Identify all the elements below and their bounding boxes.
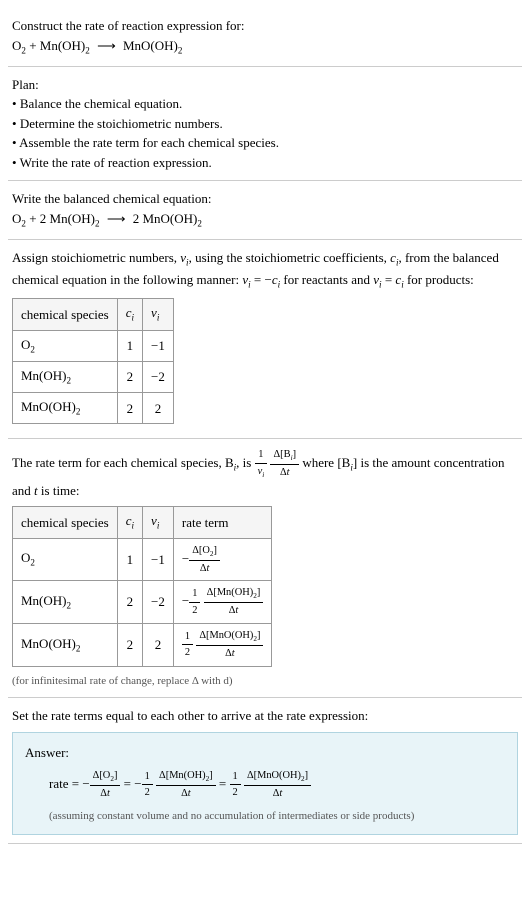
plan-item: Balance the chemical equation. [12, 94, 518, 114]
vi-cell: −2 [143, 361, 174, 392]
col-species: chemical species [13, 299, 118, 330]
table-row: Mn(OH)2 2 −2 −12 Δ[Mn(OH)2]Δt [13, 581, 272, 624]
table-row: O2 1 −1 −Δ[O2]Δt [13, 538, 272, 581]
col-species: chemical species [13, 507, 118, 538]
stoich-table: chemical species ci νi O2 1 −1 Mn(OH)2 2… [12, 298, 174, 424]
construct-title: Construct the rate of reaction expressio… [12, 16, 518, 36]
ci-cell: 2 [117, 361, 142, 392]
section-balanced: Write the balanced chemical equation: O2… [8, 181, 522, 240]
section-rateterm: The rate term for each chemical species,… [8, 439, 522, 698]
ci-cell: 1 [117, 538, 142, 581]
answer-rate-expression: rate = −Δ[O2]Δt = −12 Δ[Mn(OH)2]Δt = 12 … [25, 768, 505, 802]
rateterm-cell: −12 Δ[Mn(OH)2]Δt [173, 581, 272, 624]
balanced-title: Write the balanced chemical equation: [12, 189, 518, 209]
vi-cell: −1 [143, 330, 174, 361]
balanced-equation: O2 + 2 Mn(OH)2 ⟶ 2 MnO(OH)2 [12, 209, 518, 231]
plan-item: Assemble the rate term for each chemical… [12, 133, 518, 153]
table-row: MnO(OH)2 2 2 [13, 393, 174, 424]
unbalanced-equation: O2 + Mn(OH)2 ⟶ MnO(OH)2 [12, 36, 518, 58]
species-cell: O2 [13, 330, 118, 361]
species-cell: MnO(OH)2 [13, 623, 118, 666]
rateterm-cell: 12 Δ[MnO(OH)2]Δt [173, 623, 272, 666]
col-rateterm: rate term [173, 507, 272, 538]
vi-cell: −2 [143, 581, 174, 624]
plan-title: Plan: [12, 75, 518, 95]
section-plan: Plan: Balance the chemical equation. Det… [8, 67, 522, 182]
rateterm-intro: The rate term for each chemical species,… [12, 447, 518, 500]
section-stoich: Assign stoichiometric numbers, νi, using… [8, 240, 522, 439]
answer-box: Answer: rate = −Δ[O2]Δt = −12 Δ[Mn(OH)2]… [12, 732, 518, 836]
species-cell: Mn(OH)2 [13, 581, 118, 624]
answer-label: Answer: [25, 743, 505, 763]
section-construct: Construct the rate of reaction expressio… [8, 8, 522, 67]
ci-cell: 2 [117, 393, 142, 424]
table-row: MnO(OH)2 2 2 12 Δ[MnO(OH)2]Δt [13, 623, 272, 666]
vi-cell: −1 [143, 538, 174, 581]
table-row: Mn(OH)2 2 −2 [13, 361, 174, 392]
table-header-row: chemical species ci νi [13, 299, 174, 330]
ci-cell: 2 [117, 623, 142, 666]
species-cell: MnO(OH)2 [13, 393, 118, 424]
table-header-row: chemical species ci νi rate term [13, 507, 272, 538]
species-cell: Mn(OH)2 [13, 361, 118, 392]
rateterm-table: chemical species ci νi rate term O2 1 −1… [12, 506, 272, 666]
ci-cell: 2 [117, 581, 142, 624]
rateterm-note: (for infinitesimal rate of change, repla… [12, 673, 518, 690]
col-vi: νi [143, 299, 174, 330]
col-vi: νi [143, 507, 174, 538]
vi-cell: 2 [143, 393, 174, 424]
plan-item: Determine the stoichiometric numbers. [12, 114, 518, 134]
species-cell: O2 [13, 538, 118, 581]
stoich-intro: Assign stoichiometric numbers, νi, using… [12, 248, 518, 292]
answer-note: (assuming constant volume and no accumul… [25, 808, 505, 825]
section-setequal: Set the rate terms equal to each other t… [8, 698, 522, 844]
plan-list: Balance the chemical equation. Determine… [12, 94, 518, 172]
table-row: O2 1 −1 [13, 330, 174, 361]
col-ci: ci [117, 507, 142, 538]
rateterm-cell: −Δ[O2]Δt [173, 538, 272, 581]
setequal-title: Set the rate terms equal to each other t… [12, 706, 518, 726]
vi-cell: 2 [143, 623, 174, 666]
ci-cell: 1 [117, 330, 142, 361]
col-ci: ci [117, 299, 142, 330]
plan-item: Write the rate of reaction expression. [12, 153, 518, 173]
